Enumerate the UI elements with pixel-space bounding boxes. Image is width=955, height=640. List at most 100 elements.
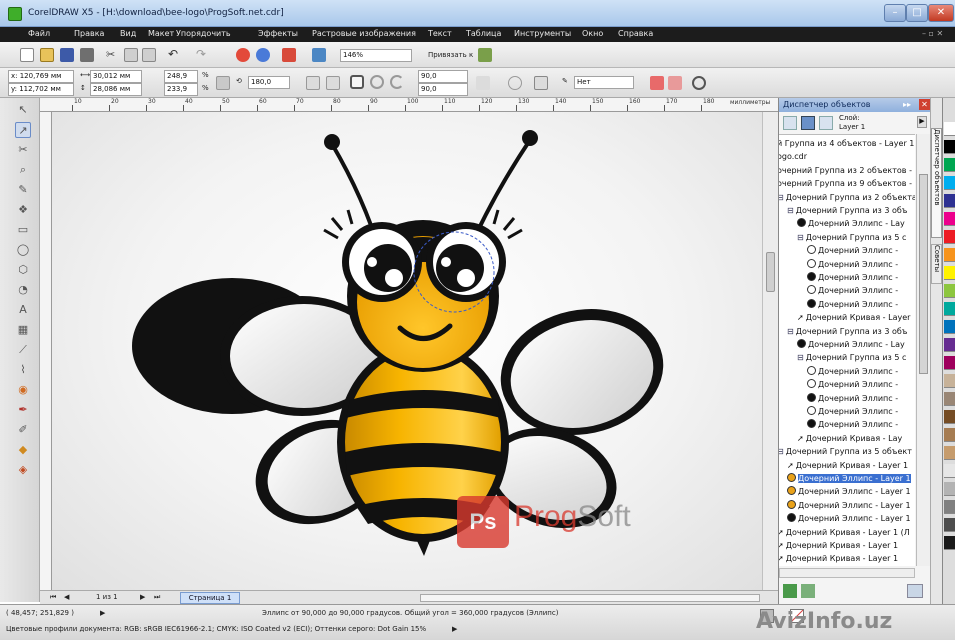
cut-icon[interactable]: ✂ (106, 48, 120, 62)
rotation-angle-field[interactable]: 180,0 (248, 76, 290, 89)
tree-item[interactable]: ⊟ Дочерний Группа из 5 с (797, 351, 906, 364)
color-swatch[interactable] (944, 356, 955, 370)
wrap-text-icon[interactable] (508, 76, 522, 90)
tree-item[interactable]: Дочерний Эллипс - (807, 365, 898, 378)
new-master-layer-icon[interactable] (801, 584, 815, 598)
app-launcher-icon[interactable] (282, 48, 296, 62)
last-page-button[interactable]: ⏭ (154, 593, 160, 602)
drawing-canvas[interactable]: Ps ProgSoft (52, 112, 762, 590)
options-icon[interactable] (478, 48, 492, 62)
arc-direction-icon[interactable] (476, 76, 490, 90)
tree-item[interactable]: очерний Группа из 2 объектов - (779, 164, 912, 177)
menu-bitmaps[interactable]: Растровые изображения (312, 29, 416, 38)
tree-item[interactable]: Дочерний Эллипс - Layer 1 (787, 485, 911, 498)
tree-item[interactable]: Дочерний Эллипс - Lay (797, 338, 905, 351)
tree-item[interactable]: Дочерний Эллипс - (807, 244, 898, 257)
color-swatch[interactable] (944, 194, 955, 208)
tree-item[interactable]: Дочерний Эллипс - Layer 1 (787, 472, 911, 485)
welcome-screen-icon[interactable] (312, 48, 326, 62)
color-swatch[interactable] (944, 464, 955, 478)
color-swatch[interactable] (944, 266, 955, 280)
smart-fill-tool-icon[interactable]: ❖ (15, 202, 31, 218)
menu-effects[interactable]: Эффекты (258, 29, 298, 38)
arc-mode-icon[interactable] (390, 75, 404, 89)
prev-page-button[interactable]: ◀ (64, 593, 69, 601)
minimize-button[interactable]: – (884, 4, 906, 22)
scroll-thumb[interactable] (766, 252, 775, 292)
color-swatch[interactable] (944, 320, 955, 334)
height-field[interactable]: 28,086 мм (90, 83, 142, 96)
tree-item[interactable]: ➚ Дочерний Кривая - Layer (797, 311, 910, 324)
tree-item[interactable]: ogo.cdr (779, 150, 807, 163)
tree-item[interactable]: ➚ Дочерний Кривая - Lay (797, 432, 902, 445)
menu-view[interactable]: Вид (120, 29, 136, 38)
print-icon[interactable] (80, 48, 94, 62)
tree-item[interactable]: Дочерний Эллипс - Layer 1 (787, 512, 911, 525)
lock-ratio-icon[interactable] (216, 76, 230, 90)
ellipse-mode-icon[interactable] (350, 75, 364, 89)
tree-item[interactable]: ➚Дочерний Кривая - Layer 1 (Л (779, 526, 910, 539)
tree-item[interactable]: Дочерний Эллипс - (807, 271, 898, 284)
show-properties-icon[interactable] (783, 116, 797, 130)
doc-window-controls[interactable]: – ▫ ✕ (922, 29, 943, 38)
color-swatch[interactable] (944, 536, 955, 550)
color-swatch[interactable] (944, 446, 955, 460)
connector-tool-icon[interactable]: ⌇ (15, 362, 31, 378)
tree-item[interactable]: ➚Дочерний Кривая - Layer 1 (787, 459, 908, 472)
to-back-icon[interactable] (668, 76, 682, 90)
menu-arrange[interactable]: Упорядочить (176, 29, 231, 38)
color-swatch[interactable] (944, 482, 955, 496)
color-swatch[interactable] (944, 122, 955, 136)
tree-item[interactable]: Дочерний Эллипс - (807, 298, 898, 311)
start-angle-field[interactable]: 90,0 (418, 70, 468, 83)
tree-item[interactable]: Дочерний Эллипс - (807, 258, 898, 271)
tree-item[interactable]: Дочерний Эллипс - (807, 418, 898, 431)
tree-item[interactable]: Дочерний Эллипс - (807, 378, 898, 391)
ellipse-tool-icon[interactable]: ◯ (15, 242, 31, 258)
pick-tool-icon[interactable]: ↖ (15, 102, 31, 118)
vertical-scrollbar[interactable] (762, 112, 778, 590)
copy-icon[interactable] (124, 48, 138, 62)
tree-item[interactable]: ➚Дочерний Кривая - Layer 1 (779, 552, 898, 565)
color-swatch[interactable] (944, 392, 955, 406)
end-angle-field[interactable]: 90,0 (418, 83, 468, 96)
eyedropper-tool-icon[interactable]: ✒ (15, 402, 31, 418)
tree-item[interactable]: Дочерний Эллипс - Lay (797, 217, 905, 230)
outline-width-select[interactable]: Нет (574, 76, 634, 89)
status-arrow-icon[interactable]: ▶ (100, 609, 105, 617)
horizontal-scrollbar[interactable] (420, 594, 760, 602)
color-profiles-info[interactable]: Цветовые профили документа: RGB: sRGB IE… (6, 625, 426, 633)
tree-item[interactable]: ➚Дочерний Кривая - Layer 1 (779, 539, 898, 552)
convert-to-curves-icon[interactable] (534, 76, 548, 90)
color-swatch[interactable] (944, 176, 955, 190)
interactive-fill-tool-icon[interactable]: ◈ (15, 462, 31, 478)
menu-tools[interactable]: Инструменты (514, 29, 571, 38)
tree-scrollbar[interactable] (916, 134, 930, 566)
show-object-properties-icon[interactable] (801, 116, 815, 130)
undo-icon[interactable]: ↶ (168, 47, 182, 61)
menu-layout[interactable]: Макет (148, 29, 174, 38)
dimension-tool-icon[interactable]: ⟋ (15, 342, 31, 358)
tree-item[interactable]: Дочерний Эллипс - (807, 405, 898, 418)
redo-icon[interactable]: ↷ (196, 47, 210, 61)
rectangle-tool-icon[interactable]: ▭ (15, 222, 31, 238)
tree-item[interactable]: ⊟Дочерний Группа из 5 объект (779, 445, 912, 458)
color-swatch[interactable] (944, 428, 955, 442)
docker-menu-arrow-icon[interactable]: ▶ (917, 116, 927, 128)
text-tool-icon[interactable]: A (15, 302, 31, 318)
tree-h-scrollbar[interactable] (779, 568, 915, 578)
color-swatch[interactable] (944, 374, 955, 388)
tab-object-manager[interactable]: Диспетчер объектов (931, 128, 942, 238)
crop-tool-icon[interactable]: ✂ (15, 142, 31, 158)
profiles-arrow-icon[interactable]: ▶ (452, 625, 457, 633)
docker-expand-icon[interactable]: ▸▸ (903, 100, 913, 110)
close-button[interactable]: ✕ (928, 4, 954, 22)
first-page-button[interactable]: ⏮ (50, 593, 56, 602)
menu-text[interactable]: Текст (428, 29, 452, 38)
tab-hints[interactable]: Советы (931, 244, 942, 284)
next-page-button[interactable]: ▶ (140, 593, 145, 601)
bee-artwork[interactable] (52, 112, 762, 590)
tree-item[interactable]: Дочерний Эллипс - (807, 392, 898, 405)
tree-item[interactable]: ⊟Дочерний Группа из 2 объекта (779, 191, 915, 204)
maximize-button[interactable]: □ (906, 4, 928, 22)
